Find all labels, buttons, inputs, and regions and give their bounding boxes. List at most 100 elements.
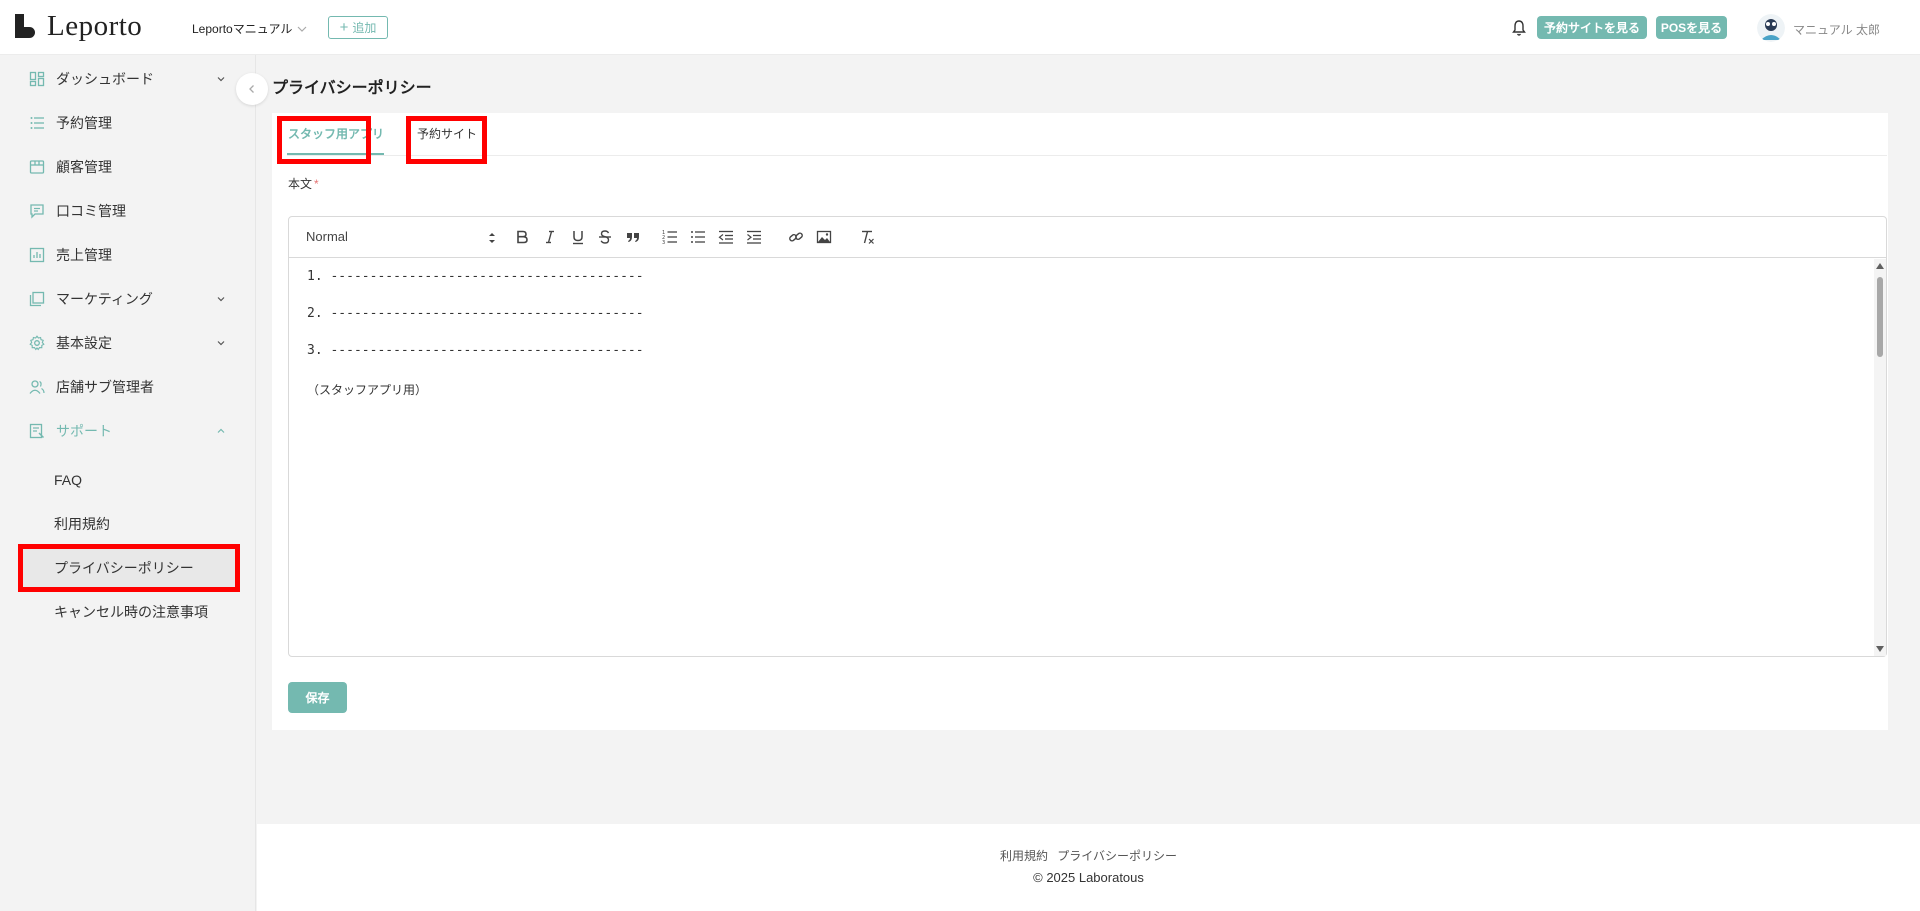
format-select[interactable]: Normal bbox=[306, 229, 496, 247]
body-field-label-text: 本文 bbox=[288, 177, 313, 191]
indent-icon bbox=[747, 230, 761, 244]
sidebar-item-marketing[interactable]: マーケティング bbox=[0, 281, 256, 317]
customer-card-icon bbox=[29, 160, 45, 174]
strike-button[interactable] bbox=[596, 228, 614, 246]
editor-note: （スタッフアプリ用） bbox=[307, 383, 428, 397]
tab-staff-app[interactable]: スタッフ用アプリ bbox=[288, 125, 384, 142]
editor-line: 1. -------------------------------------… bbox=[307, 269, 644, 284]
outdent-icon bbox=[718, 230, 733, 244]
image-button[interactable] bbox=[815, 228, 833, 246]
format-select-value: Normal bbox=[306, 229, 348, 244]
sidebar-item-label: ダッシュボード bbox=[56, 71, 154, 87]
sidebar-subitem-terms[interactable]: 利用規約 bbox=[19, 504, 239, 544]
sidebar-item-label: 売上管理 bbox=[56, 247, 112, 263]
chevron-down-icon bbox=[297, 26, 307, 32]
sidebar-item-label: 基本設定 bbox=[56, 335, 112, 351]
sidebar-item-sales[interactable]: 売上管理 bbox=[0, 237, 256, 273]
logo-text: Leporto bbox=[47, 9, 143, 42]
link-icon bbox=[789, 232, 803, 242]
copyright-text: 2025 Laboratous bbox=[1046, 870, 1144, 885]
select-arrows-icon bbox=[489, 233, 495, 243]
avatar[interactable] bbox=[1757, 14, 1785, 42]
add-button[interactable]: + 追加 bbox=[328, 16, 388, 39]
plus-icon: + bbox=[339, 19, 349, 36]
footer-link-privacy[interactable]: プライバシーポリシー bbox=[1057, 849, 1177, 863]
outdent-button[interactable] bbox=[717, 228, 735, 246]
sidebar-item-label: マーケティング bbox=[56, 291, 153, 307]
required-mark: * bbox=[314, 177, 319, 191]
sidebar-item-settings[interactable]: 基本設定 bbox=[0, 325, 256, 361]
clear-format-button[interactable] bbox=[858, 228, 876, 246]
dashboard-icon bbox=[29, 71, 45, 87]
sidebar-item-support[interactable]: サポート bbox=[0, 413, 256, 449]
editor-line: 3. -------------------------------------… bbox=[307, 343, 644, 358]
scroll-up-icon[interactable] bbox=[1876, 263, 1884, 269]
clear-format-icon bbox=[862, 230, 874, 244]
ordered-list-icon: 1 2 3 bbox=[662, 230, 677, 245]
chevron-down-icon bbox=[217, 297, 225, 302]
quote-icon bbox=[627, 233, 639, 242]
sidebar-item-label: 口コミ管理 bbox=[56, 203, 126, 219]
top-header: Leporto Leportoマニュアル + 追加 予約サイトを見る POSを見… bbox=[0, 0, 1920, 55]
sales-chart-icon bbox=[29, 247, 45, 263]
copyright-icon: © bbox=[1033, 870, 1043, 885]
marketing-icon bbox=[29, 291, 45, 307]
chevron-down-icon bbox=[217, 77, 225, 82]
italic-button[interactable] bbox=[541, 228, 559, 246]
avatar-image-icon bbox=[1757, 14, 1785, 42]
bell-icon[interactable] bbox=[1511, 19, 1527, 37]
strikethrough-icon bbox=[599, 230, 611, 244]
footer-link-terms[interactable]: 利用規約 bbox=[1000, 849, 1048, 863]
editor-content[interactable]: 1. -------------------------------------… bbox=[289, 259, 1886, 656]
sidebar-collapse-button[interactable] bbox=[236, 73, 268, 105]
bullet-list-icon bbox=[691, 231, 705, 243]
add-button-label: 追加 bbox=[352, 21, 377, 35]
sidebar-item-dashboard[interactable]: ダッシュボード bbox=[0, 61, 256, 97]
tab-reservation-site[interactable]: 予約サイト bbox=[417, 125, 477, 142]
image-icon bbox=[816, 230, 832, 244]
sidebar-item-sub-admins[interactable]: 店舗サブ管理者 bbox=[0, 369, 256, 405]
scrollbar-thumb[interactable] bbox=[1877, 277, 1883, 357]
sidebar-item-customers[interactable]: 顧客管理 bbox=[0, 149, 256, 185]
sidebar-subitem-cancel-notes[interactable]: キャンセル時の注意事項 bbox=[19, 592, 239, 632]
rich-text-editor: Normal 1 2 3 1. ------------------------… bbox=[288, 216, 1887, 657]
logo-mark-icon bbox=[15, 14, 35, 38]
copyright: © 2025 Laboratous bbox=[257, 870, 1920, 885]
sidebar-item-label: 顧客管理 bbox=[56, 159, 112, 175]
editor-toolbar: Normal 1 2 3 bbox=[289, 217, 1886, 258]
bold-button[interactable] bbox=[513, 228, 531, 246]
sidebar-item-reviews[interactable]: 口コミ管理 bbox=[0, 193, 256, 229]
store-name: Leportoマニュアル bbox=[192, 22, 293, 36]
ordered-list-button[interactable]: 1 2 3 bbox=[661, 228, 679, 246]
content-card: スタッフ用アプリ 予約サイト 本文 * Normal 1 2 3 1. ----… bbox=[272, 113, 1888, 730]
editor-line: 2. -------------------------------------… bbox=[307, 306, 644, 321]
view-reservation-site-button[interactable]: 予約サイトを見る bbox=[1537, 16, 1647, 39]
logo[interactable]: Leporto bbox=[15, 9, 143, 42]
link-button[interactable] bbox=[787, 228, 805, 246]
scroll-down-icon[interactable] bbox=[1876, 646, 1884, 652]
view-pos-button[interactable]: POSを見る bbox=[1656, 16, 1727, 39]
chevron-down-icon bbox=[217, 341, 225, 346]
sidebar-subitem-faq[interactable]: FAQ bbox=[19, 460, 239, 500]
tabs-divider bbox=[287, 155, 1887, 156]
sidebar-subitem-label: FAQ bbox=[54, 472, 83, 488]
user-name[interactable]: マニュアル 太郎 bbox=[1793, 21, 1880, 38]
underline-button[interactable] bbox=[569, 228, 587, 246]
users-icon bbox=[29, 380, 45, 394]
bullet-list-button[interactable] bbox=[689, 228, 707, 246]
save-button[interactable]: 保存 bbox=[288, 682, 347, 713]
gear-icon bbox=[29, 335, 45, 351]
store-selector[interactable]: Leportoマニュアル bbox=[192, 20, 307, 37]
sidebar: ダッシュボード 予約管理 顧客管理 口コミ管理 売上管理 マーケティング 基本設… bbox=[0, 55, 256, 911]
sidebar-subitem-label: 利用規約 bbox=[54, 516, 110, 532]
chevron-left-icon bbox=[249, 85, 254, 93]
editor-scrollbar[interactable] bbox=[1874, 259, 1886, 656]
sidebar-item-reservations[interactable]: 予約管理 bbox=[0, 105, 256, 141]
indent-button[interactable] bbox=[745, 228, 763, 246]
sidebar-item-label: サポート bbox=[56, 423, 112, 439]
review-icon bbox=[30, 204, 44, 219]
blockquote-button[interactable] bbox=[624, 228, 642, 246]
svg-text:3: 3 bbox=[662, 240, 665, 245]
sidebar-subitem-privacy-policy[interactable]: プライバシーポリシー bbox=[19, 548, 239, 588]
page-title: プライバシーポリシー bbox=[272, 80, 432, 97]
